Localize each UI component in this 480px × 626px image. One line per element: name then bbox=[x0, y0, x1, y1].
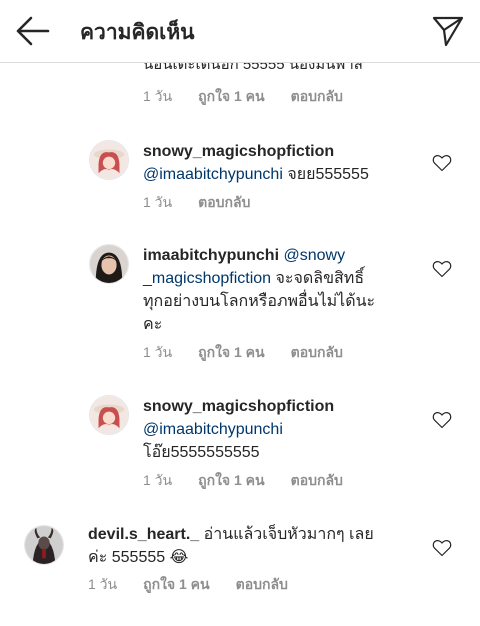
comment-meta: 1 วัน ถูกใจ 1 คน ตอบกลับ bbox=[143, 342, 369, 364]
comment-body: โอ๊ย5555555555 bbox=[143, 444, 260, 461]
comment-mention-continued[interactable]: _magicshopfiction bbox=[143, 270, 271, 287]
like-button[interactable] bbox=[432, 539, 452, 557]
reply-button[interactable]: ตอบกลับ bbox=[291, 344, 343, 360]
likes-count-button[interactable]: ถูกใจ 1 คน bbox=[198, 88, 265, 104]
top-bar: ความคิดเห็น bbox=[0, 0, 480, 63]
reply-button[interactable]: ตอบกลับ bbox=[236, 576, 288, 592]
reply-button[interactable]: ตอบกลับ bbox=[291, 472, 343, 488]
reply-button[interactable]: ตอบกลับ bbox=[198, 194, 250, 210]
avatar-image bbox=[90, 396, 128, 434]
comment-meta: 1 วัน ถูกใจ 1 คน ตอบกลับ bbox=[143, 470, 369, 492]
arrow-left-icon bbox=[16, 16, 50, 46]
avatar[interactable] bbox=[89, 395, 129, 435]
like-button[interactable] bbox=[432, 411, 452, 429]
comment-mention[interactable]: @imaabitchypunchi bbox=[143, 421, 283, 438]
comment-username[interactable]: imaabitchypunchi bbox=[143, 247, 279, 264]
comment-time: 1 วัน bbox=[143, 344, 173, 360]
comment-meta: 1 วัน ตอบกลับ bbox=[143, 192, 276, 214]
like-button[interactable] bbox=[432, 154, 452, 172]
comment-time: 1 วัน bbox=[143, 472, 173, 488]
reply-button[interactable]: ตอบกลับ bbox=[291, 88, 343, 104]
avatar[interactable] bbox=[24, 525, 64, 565]
comment-time: 1 วัน bbox=[88, 576, 118, 592]
comment-body-line: คะ bbox=[143, 316, 163, 333]
comment-mention[interactable]: @snowy bbox=[283, 247, 345, 264]
paper-plane-icon bbox=[432, 16, 464, 47]
page-title: ความคิดเห็น bbox=[80, 21, 195, 44]
comment-body: อ่านแล้วเจ็บหัวมากๆ เลย bbox=[199, 526, 374, 543]
comment-username[interactable]: devil.s_heart._ bbox=[88, 526, 199, 543]
comment-username[interactable]: snowy_magicshopfiction bbox=[143, 143, 334, 160]
avatar[interactable] bbox=[89, 140, 129, 180]
comment-body-line: ค่ะ 555555 😂 bbox=[88, 549, 189, 566]
comment-time: 1 วัน bbox=[143, 88, 173, 104]
heart-outline-icon bbox=[432, 412, 452, 429]
send-button[interactable] bbox=[430, 13, 466, 49]
comment-body-line: ทุกอย่างบนโลกหรือภพอื่นไม่ได้นะ bbox=[143, 293, 376, 310]
avatar[interactable] bbox=[89, 244, 129, 284]
comment-time: 1 วัน bbox=[143, 194, 173, 210]
heart-outline-icon bbox=[432, 540, 452, 557]
comment-mention[interactable]: @imaabitchypunchi bbox=[143, 166, 283, 183]
likes-count-button[interactable]: ถูกใจ 1 คน bbox=[143, 576, 210, 592]
avatar-image bbox=[90, 141, 128, 179]
like-button[interactable] bbox=[432, 260, 452, 278]
back-button[interactable] bbox=[14, 14, 50, 48]
comment-body: จะจดลิขสิทธิ์ bbox=[271, 270, 365, 287]
comment-meta: 1 วัน ถูกใจ 1 คน ตอบกลับ bbox=[88, 574, 314, 596]
comment-meta: 1 วัน ถูกใจ 1 คน ตอบกลับ bbox=[143, 86, 369, 108]
comment-body: จยย555555 bbox=[282, 166, 369, 183]
avatar-image bbox=[25, 526, 63, 564]
heart-outline-icon bbox=[432, 261, 452, 278]
likes-count-button[interactable]: ถูกใจ 1 คน bbox=[198, 344, 265, 360]
likes-count-button[interactable]: ถูกใจ 1 คน bbox=[198, 472, 265, 488]
heart-outline-icon bbox=[432, 155, 452, 172]
comment-username[interactable]: snowy_magicshopfiction bbox=[143, 398, 334, 415]
avatar-image bbox=[90, 245, 128, 283]
